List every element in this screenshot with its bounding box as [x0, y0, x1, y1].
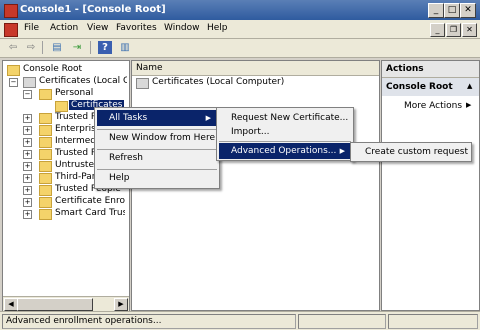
- menu-item-import[interactable]: Import...: [219, 124, 351, 140]
- status-cell: [388, 314, 478, 329]
- menu-window[interactable]: Window: [164, 23, 200, 33]
- mdi-minimize-button[interactable]: _: [430, 23, 445, 37]
- all-tasks-submenu: Request New Certificate... Import... Adv…: [216, 107, 354, 161]
- expand-expander[interactable]: +: [23, 198, 32, 207]
- menu-action[interactable]: Action: [50, 23, 78, 33]
- submenu-arrow-icon: ▶: [205, 114, 211, 122]
- collapse-section-icon[interactable]: ▲: [467, 82, 472, 90]
- expand-expander[interactable]: +: [23, 162, 32, 171]
- show-hide-action-pane-icon[interactable]: ▥: [118, 41, 132, 54]
- certificate-store-icon: [136, 78, 149, 89]
- menu-file[interactable]: File: [24, 23, 39, 33]
- folder-icon: [39, 209, 52, 220]
- list-header: Name: [132, 61, 379, 76]
- chevron-right-icon: ▶: [466, 101, 472, 109]
- context-menu: All Tasks ▶ New Window from Here Refresh…: [94, 107, 220, 189]
- status-text-cell: Advanced enrollment operations...: [2, 314, 296, 329]
- expand-expander[interactable]: +: [23, 186, 32, 195]
- actions-header: Actions: [382, 61, 479, 78]
- expand-expander[interactable]: +: [23, 150, 32, 159]
- collapse-expander[interactable]: −: [23, 90, 32, 99]
- horizontal-scrollbar[interactable]: ◀ ▶: [3, 296, 129, 311]
- export-list-icon[interactable]: ⇥: [70, 41, 84, 54]
- more-actions-link[interactable]: More Actions ▶: [404, 101, 478, 113]
- toolbar-separator: [90, 41, 91, 54]
- folder-icon: [39, 197, 52, 208]
- menu-item-new-window[interactable]: New Window from Here: [97, 130, 217, 146]
- close-button[interactable]: ✕: [460, 3, 476, 18]
- expand-expander[interactable]: +: [23, 174, 32, 183]
- forward-icon[interactable]: ⇨: [24, 41, 38, 54]
- folder-icon: [39, 137, 52, 148]
- folder-icon: [39, 113, 52, 124]
- menu-item-advanced-operations[interactable]: Advanced Operations... ▶: [219, 143, 351, 159]
- submenu-arrow-icon: ▶: [339, 147, 345, 155]
- scroll-thumb[interactable]: [17, 298, 93, 311]
- folder-icon: [39, 173, 52, 184]
- scroll-right-arrow[interactable]: ▶: [114, 298, 128, 311]
- advanced-operations-submenu: Create custom request: [350, 142, 472, 162]
- menu-item-help[interactable]: Help: [97, 170, 217, 186]
- menu-separator: [219, 141, 351, 142]
- window-title: Console1 - [Console Root]: [20, 4, 166, 15]
- folder-icon: [39, 89, 52, 100]
- menu-favorites[interactable]: Favorites: [116, 23, 157, 33]
- column-header-name[interactable]: Name: [136, 63, 163, 73]
- folder-icon: [7, 65, 20, 76]
- folder-icon: [39, 149, 52, 160]
- toolbar-separator: [42, 41, 43, 54]
- actions-pane: Actions Console Root ▲ More Actions ▶: [381, 60, 480, 311]
- folder-icon: [39, 125, 52, 136]
- back-icon[interactable]: ⇦: [6, 41, 20, 54]
- help-icon[interactable]: ?: [98, 41, 112, 54]
- menu-item-all-tasks[interactable]: All Tasks ▶: [97, 110, 217, 126]
- menu-item-refresh[interactable]: Refresh: [97, 150, 217, 166]
- folder-icon: [55, 101, 68, 112]
- status-cell: [298, 314, 386, 329]
- mdi-restore-button[interactable]: ❐: [446, 23, 461, 37]
- certificate-store-icon: [23, 77, 36, 88]
- mmc-app-icon[interactable]: [4, 4, 18, 18]
- collapse-expander[interactable]: −: [9, 78, 18, 87]
- expand-expander[interactable]: +: [23, 114, 32, 123]
- expand-expander[interactable]: +: [23, 138, 32, 147]
- folder-icon: [39, 161, 52, 172]
- actions-section-console-root[interactable]: Console Root ▲: [382, 78, 479, 96]
- scroll-left-arrow[interactable]: ◀: [4, 298, 18, 311]
- expand-expander[interactable]: +: [23, 210, 32, 219]
- menu-item-create-custom-request[interactable]: Create custom request: [353, 144, 469, 160]
- menu-help[interactable]: Help: [207, 23, 228, 33]
- maximize-button[interactable]: □: [444, 3, 460, 18]
- folder-icon: [39, 185, 52, 196]
- title-bar[interactable]: Console1 - [Console Root] _ □ ✕: [0, 0, 480, 20]
- minimize-button[interactable]: _: [428, 3, 444, 18]
- status-text: Advanced enrollment operations...: [6, 316, 162, 326]
- menu-bar: File Action View Favorites Window Help _…: [0, 20, 480, 39]
- show-hide-tree-icon[interactable]: ▤: [50, 41, 64, 54]
- mdi-app-icon[interactable]: [4, 23, 18, 37]
- mdi-close-button[interactable]: ✕: [462, 23, 477, 37]
- expand-expander[interactable]: +: [23, 126, 32, 135]
- status-bar: Advanced enrollment operations...: [0, 311, 480, 330]
- toolbar: ⇦ ⇨ ▤ ⇥ ? ▥: [0, 39, 480, 58]
- menu-view[interactable]: View: [87, 23, 108, 33]
